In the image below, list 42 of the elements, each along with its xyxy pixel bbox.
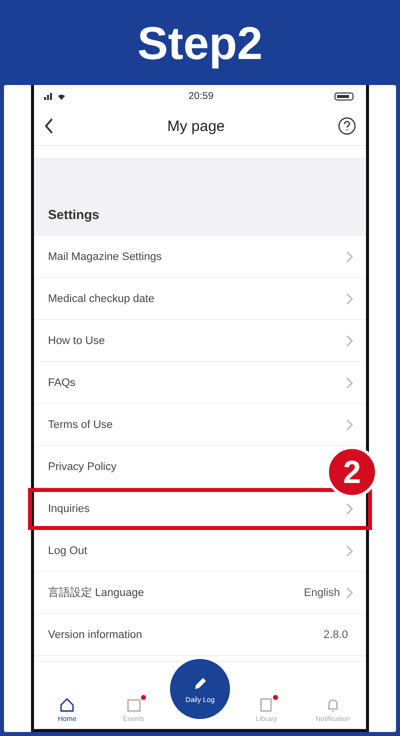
chevron-right-icon: [346, 586, 354, 598]
chevron-right-icon: [346, 292, 354, 304]
settings-item[interactable]: FAQs: [34, 362, 366, 404]
settings-item[interactable]: Version information 2.8.0: [34, 614, 366, 656]
settings-item[interactable]: Medical checkup date: [34, 278, 366, 320]
item-label: Version information: [48, 628, 144, 640]
item-label: Medical checkup date: [48, 292, 156, 304]
settings-item[interactable]: Terms of Use: [34, 404, 366, 446]
item-value: 2.8.0: [324, 628, 348, 640]
chevron-right-icon: [346, 418, 354, 430]
section-title: Settings: [48, 207, 100, 222]
item-label: Log Out: [48, 544, 88, 556]
settings-item[interactable]: 言語設定 Language English: [34, 572, 366, 614]
book-icon: [258, 697, 274, 713]
item-value: English: [304, 586, 340, 598]
help-icon[interactable]: [338, 117, 356, 135]
item-label: FAQs: [48, 376, 77, 388]
item-label: 言語設定 Language: [48, 586, 145, 600]
settings-item[interactable]: Privacy Policy: [34, 446, 310, 488]
settings-item[interactable]: Log Out: [34, 530, 366, 572]
chevron-right-icon: [346, 334, 354, 346]
battery-icon: [334, 92, 356, 100]
item-label: Inquiries: [48, 502, 91, 514]
chevron-right-icon: [346, 376, 354, 388]
step-number-badge: 2: [326, 446, 378, 498]
item-label: How to Use: [48, 334, 106, 346]
chevron-right-icon: [346, 502, 354, 514]
item-label: Mail Magazine Settings: [48, 250, 163, 262]
step-title: Step2: [136, 16, 264, 70]
chevron-right-icon: [346, 544, 354, 556]
item-label: Terms of Use: [48, 418, 114, 430]
page-title: My page: [167, 118, 225, 134]
chevron-right-icon: [346, 250, 354, 262]
settings-item[interactable]: How to Use: [34, 320, 366, 362]
item-label: Privacy Policy: [48, 460, 118, 472]
home-icon: [59, 697, 76, 713]
calendar-icon: [126, 697, 142, 713]
settings-item[interactable]: Mail Magazine Settings: [34, 236, 366, 278]
status-time: 20:59: [188, 90, 214, 102]
back-icon[interactable]: [44, 118, 54, 134]
signal-icon: [44, 92, 68, 100]
settings-item[interactable]: Inquiries: [28, 488, 372, 530]
